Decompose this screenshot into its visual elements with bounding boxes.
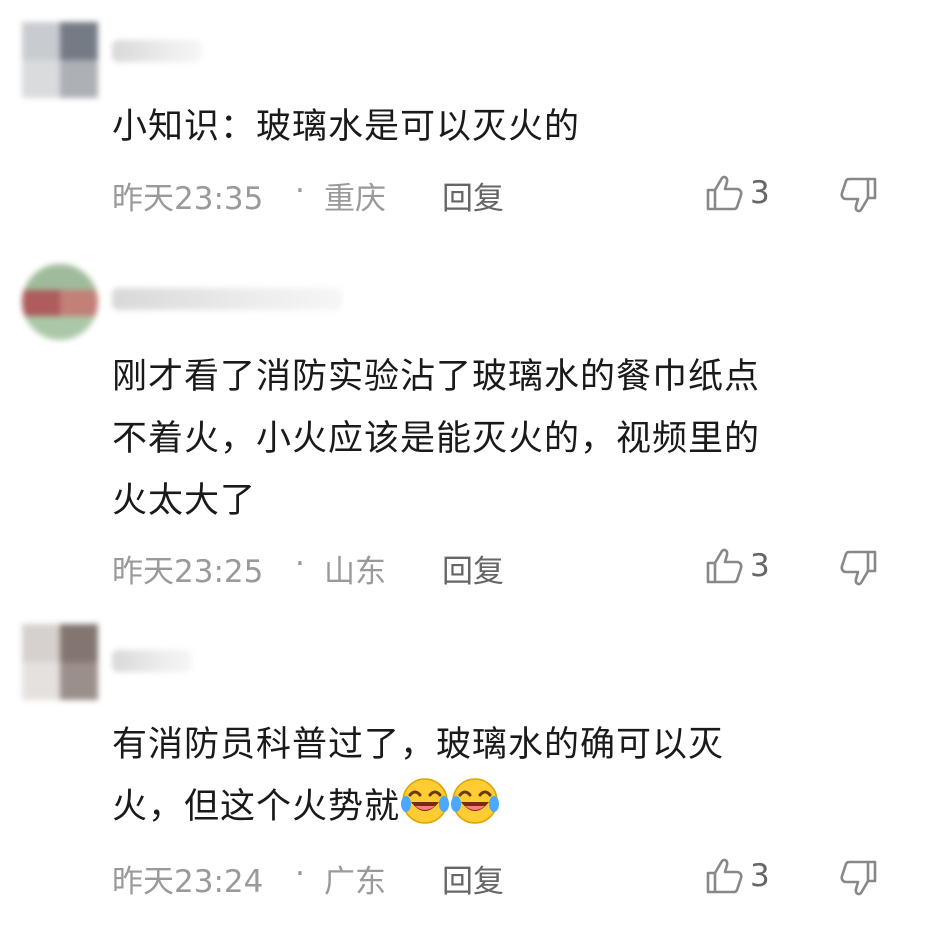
comment-location: 山东 — [324, 554, 386, 590]
avatar[interactable] — [22, 624, 98, 700]
comment-location: 重庆 — [324, 181, 386, 217]
comment-text: 刚才看了消防实验沾了玻璃水的餐巾纸点 不着火，小火应该是能灭火的，视频里的 火太… — [112, 346, 912, 532]
thumbs-down-icon — [840, 177, 877, 213]
dislike-button[interactable] — [839, 858, 879, 906]
thumbs-up-icon — [706, 858, 743, 894]
username-blurred[interactable] — [112, 650, 192, 672]
comment-text-line: 刚才看了消防实验沾了玻璃水的餐巾纸点 — [112, 357, 761, 397]
avatar[interactable] — [22, 22, 98, 98]
comment-location: 广东 — [324, 864, 386, 900]
username-blurred[interactable] — [112, 40, 202, 62]
laughing-crying-emoji — [451, 778, 500, 824]
username-blurred[interactable] — [112, 288, 342, 310]
comment-meta: 昨天23:35 · 重庆 回复 3 — [112, 173, 902, 217]
like-button[interactable]: 3 — [704, 173, 770, 213]
dislike-button[interactable] — [839, 548, 879, 596]
reply-button[interactable]: 回复 — [442, 856, 504, 901]
comment-meta: 昨天23:25 · 山东 回复 3 — [112, 546, 902, 590]
reply-button[interactable]: 回复 — [442, 546, 504, 591]
thumbs-down-icon — [840, 550, 877, 586]
separator-dot: · — [295, 856, 305, 892]
thumbs-up-icon — [706, 548, 743, 584]
dislike-button[interactable] — [839, 175, 879, 223]
comment-time: 昨天23:25 — [112, 554, 264, 590]
reply-button[interactable]: 回复 — [442, 173, 504, 218]
comment-text-line-wrap: 火，但这个火势就 — [112, 776, 912, 838]
comment-time: 昨天23:35 — [112, 181, 264, 217]
laughing-crying-emoji — [401, 778, 450, 824]
comment-text-line: 小知识：玻璃水是可以灭火的 — [112, 107, 581, 147]
like-count: 3 — [750, 858, 770, 894]
avatar[interactable] — [22, 264, 98, 340]
thumbs-down-icon — [840, 860, 877, 896]
separator-dot: · — [295, 173, 305, 209]
comment-text-line: 火，但这个火势就 — [112, 787, 401, 827]
comment-text-line: 火太大了 — [112, 481, 257, 521]
comment-meta: 昨天23:24 · 广东 回复 3 — [112, 856, 902, 900]
thumbs-up-icon — [706, 175, 743, 211]
comment-time: 昨天23:24 — [112, 864, 264, 900]
like-count: 3 — [750, 175, 770, 211]
like-button[interactable]: 3 — [704, 856, 770, 896]
comment-text: 有消防员科普过了，玻璃水的确可以灭 火，但这个火势就 — [112, 714, 912, 838]
comment-text-line: 不着火，小火应该是能灭火的，视频里的 — [112, 419, 761, 459]
like-count: 3 — [750, 548, 770, 584]
like-button[interactable]: 3 — [704, 546, 770, 586]
separator-dot: · — [295, 546, 305, 582]
comment-text: 小知识：玻璃水是可以灭火的 — [112, 96, 912, 158]
comment-text-line: 有消防员科普过了，玻璃水的确可以灭 — [112, 725, 725, 765]
